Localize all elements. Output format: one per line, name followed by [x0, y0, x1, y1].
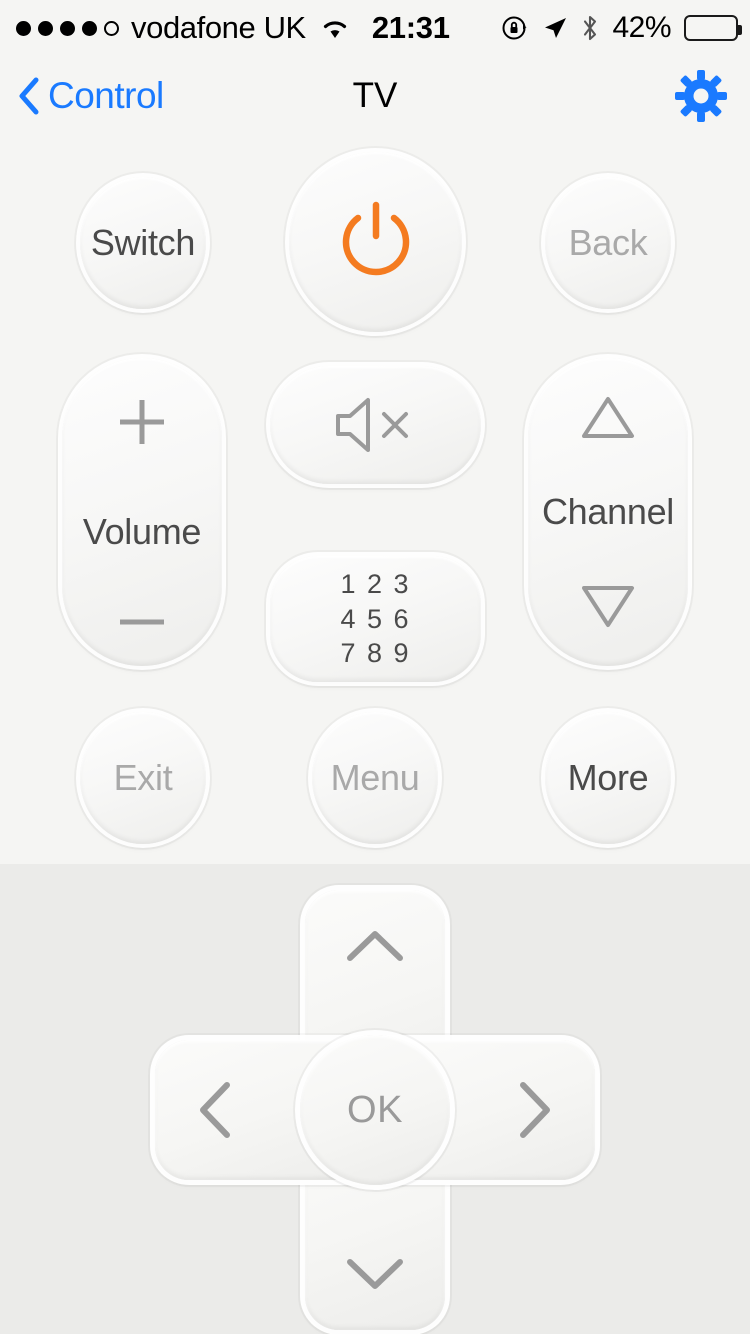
bluetooth-icon [581, 14, 599, 42]
volume-rocker[interactable]: Volume [62, 358, 222, 666]
signal-dot [60, 21, 75, 36]
more-button-label: More [568, 760, 649, 796]
dpad: OK [155, 890, 595, 1330]
speaker-mute-icon [330, 392, 422, 458]
navigation-bar: Control TV [0, 56, 750, 136]
signal-dot [82, 21, 97, 36]
battery-icon [684, 15, 738, 41]
exit-button-label: Exit [114, 760, 173, 796]
settings-button[interactable] [674, 56, 728, 136]
power-button[interactable] [289, 152, 462, 332]
plus-icon[interactable] [112, 392, 172, 452]
chevron-down-icon [344, 1254, 406, 1294]
keypad-row: 4 5 6 [340, 602, 410, 637]
triangle-up-icon[interactable] [577, 392, 639, 442]
battery-percent-label: 42% [612, 11, 671, 45]
gear-icon [674, 69, 728, 123]
page-title: TV [0, 56, 750, 136]
clock-label: 21:31 [372, 10, 450, 46]
back-remote-button-label: Back [569, 225, 648, 261]
numeric-keypad-icon: 1 2 3 4 5 6 7 8 9 [340, 567, 410, 671]
minus-icon[interactable] [112, 612, 172, 632]
signal-dot [38, 21, 53, 36]
volume-label: Volume [83, 511, 201, 553]
switch-button[interactable]: Switch [80, 177, 206, 309]
status-bar: vodafone UK 21:31 [0, 0, 750, 56]
signal-dot [16, 21, 31, 36]
channel-rocker[interactable]: Channel [528, 358, 688, 666]
menu-button[interactable]: Menu [312, 712, 438, 844]
mute-button[interactable] [270, 366, 481, 484]
triangle-down-icon[interactable] [577, 582, 639, 632]
menu-button-label: Menu [331, 760, 420, 796]
more-button[interactable]: More [545, 712, 671, 844]
rotation-lock-icon [501, 14, 529, 42]
status-bar-left: vodafone UK 21:31 [0, 10, 450, 46]
chevron-up-icon [344, 926, 406, 966]
wifi-icon [320, 16, 350, 40]
switch-button-label: Switch [91, 225, 195, 261]
power-icon [333, 198, 419, 286]
dpad-ok-label: OK [347, 1089, 403, 1132]
back-remote-button[interactable]: Back [545, 177, 671, 309]
signal-strength-dots [16, 21, 119, 36]
chevron-left-icon [195, 1079, 235, 1141]
location-arrow-icon [542, 15, 568, 41]
chevron-right-icon [515, 1079, 555, 1141]
signal-dot-empty [104, 21, 119, 36]
channel-label: Channel [542, 491, 674, 533]
status-bar-right: 42% [501, 11, 738, 45]
keypad-row: 1 2 3 [340, 567, 410, 602]
keypad-button[interactable]: 1 2 3 4 5 6 7 8 9 [270, 556, 481, 682]
carrier-label: vodafone UK [131, 10, 306, 46]
keypad-row: 7 8 9 [340, 636, 410, 671]
dpad-ok-button[interactable]: OK [300, 1035, 450, 1185]
exit-button[interactable]: Exit [80, 712, 206, 844]
